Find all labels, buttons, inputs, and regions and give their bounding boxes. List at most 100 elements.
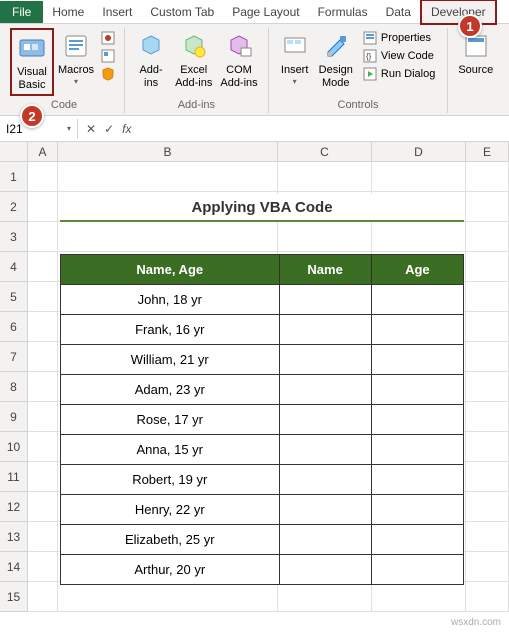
fx-button[interactable]: fx: [122, 122, 131, 136]
view-code-label: View Code: [381, 50, 434, 62]
source-label: Source: [458, 64, 493, 77]
row-header[interactable]: 15: [0, 582, 28, 612]
properties-button[interactable]: Properties: [361, 30, 437, 46]
row-header[interactable]: 12: [0, 492, 28, 522]
cell-age[interactable]: [371, 315, 463, 345]
com-addins-button[interactable]: COMAdd-ins: [216, 28, 261, 92]
cell-age[interactable]: [371, 345, 463, 375]
watermark: wsxdn.com: [451, 617, 501, 628]
col-header-B[interactable]: B: [58, 142, 278, 161]
use-relative-refs-icon[interactable]: [100, 48, 116, 64]
cell-name_age[interactable]: Anna, 15 yr: [61, 435, 280, 465]
cell-age[interactable]: [371, 525, 463, 555]
col-header-D[interactable]: D: [372, 142, 466, 161]
cell-name_age[interactable]: William, 21 yr: [61, 345, 280, 375]
macro-security-icon[interactable]: [100, 66, 116, 82]
group-label-controls: Controls: [338, 97, 379, 113]
tab-data[interactable]: Data: [377, 1, 420, 23]
table-row[interactable]: Adam, 23 yr: [61, 375, 464, 405]
col-header-A[interactable]: A: [28, 142, 58, 161]
row-header[interactable]: 7: [0, 342, 28, 372]
view-code-button[interactable]: {} View Code: [361, 48, 437, 64]
row-header[interactable]: 13: [0, 522, 28, 552]
row-header[interactable]: 5: [0, 282, 28, 312]
row-header[interactable]: 11: [0, 462, 28, 492]
cell-grid[interactable]: Applying VBA Code Name, Age Name Age Joh…: [28, 162, 509, 612]
cancel-icon[interactable]: ✕: [86, 122, 96, 136]
enter-icon[interactable]: ✓: [104, 122, 114, 136]
cell-name_age[interactable]: Henry, 22 yr: [61, 495, 280, 525]
col-header-C[interactable]: C: [278, 142, 372, 161]
select-all-corner[interactable]: [0, 142, 28, 161]
table-row[interactable]: Frank, 16 yr: [61, 315, 464, 345]
tab-file[interactable]: File: [0, 1, 43, 23]
table-row[interactable]: Henry, 22 yr: [61, 495, 464, 525]
tab-insert[interactable]: Insert: [93, 1, 141, 23]
macros-button[interactable]: Macros ▾: [54, 28, 98, 89]
callout-1: 1: [458, 14, 482, 38]
table-row[interactable]: Robert, 19 yr: [61, 465, 464, 495]
view-code-icon: {}: [363, 49, 377, 63]
name-box-value: I21: [6, 122, 23, 136]
cell-age[interactable]: [371, 405, 463, 435]
row-header[interactable]: 8: [0, 372, 28, 402]
chevron-down-icon[interactable]: ▾: [67, 124, 71, 133]
cell-name_age[interactable]: John, 18 yr: [61, 285, 280, 315]
row-header[interactable]: 14: [0, 552, 28, 582]
visual-basic-button[interactable]: VisualBasic: [10, 28, 54, 96]
design-mode-icon: [320, 30, 352, 62]
tab-page-layout[interactable]: Page Layout: [223, 1, 308, 23]
group-label-code: Code: [51, 97, 77, 113]
table-row[interactable]: Rose, 17 yr: [61, 405, 464, 435]
cell-age[interactable]: [371, 375, 463, 405]
record-macro-icon[interactable]: [100, 30, 116, 46]
excel-addins-button[interactable]: ExcelAdd-ins: [171, 28, 216, 92]
row-header[interactable]: 10: [0, 432, 28, 462]
row-header[interactable]: 1: [0, 162, 28, 192]
cell-name[interactable]: [279, 405, 371, 435]
cell-name_age[interactable]: Rose, 17 yr: [61, 405, 280, 435]
cell-age[interactable]: [371, 285, 463, 315]
cell-name[interactable]: [279, 345, 371, 375]
cell-name[interactable]: [279, 285, 371, 315]
code-group-side-buttons: [98, 28, 118, 84]
cell-name[interactable]: [279, 465, 371, 495]
table-row[interactable]: Elizabeth, 25 yr: [61, 525, 464, 555]
row-header[interactable]: 2: [0, 192, 28, 222]
table-row[interactable]: William, 21 yr: [61, 345, 464, 375]
insert-control-button[interactable]: Insert ▾: [275, 28, 315, 89]
cell-name[interactable]: [279, 525, 371, 555]
cell-name_age[interactable]: Frank, 16 yr: [61, 315, 280, 345]
cell-name_age[interactable]: Adam, 23 yr: [61, 375, 280, 405]
addins-button[interactable]: Add-ins: [131, 28, 171, 92]
table-row[interactable]: Arthur, 20 yr: [61, 555, 464, 585]
tab-formulas[interactable]: Formulas: [309, 1, 377, 23]
th-name-age: Name, Age: [61, 255, 280, 285]
row-header[interactable]: 4: [0, 252, 28, 282]
row-header[interactable]: 6: [0, 312, 28, 342]
table-row[interactable]: John, 18 yr: [61, 285, 464, 315]
cell-name[interactable]: [279, 555, 371, 585]
worksheet: A B C D E 1 2 3 4 5 6 7 8 9 10 11 12 13 …: [0, 142, 509, 612]
row-header[interactable]: 3: [0, 222, 28, 252]
table-row[interactable]: Anna, 15 yr: [61, 435, 464, 465]
col-header-E[interactable]: E: [466, 142, 509, 161]
cell-name_age[interactable]: Elizabeth, 25 yr: [61, 525, 280, 555]
cell-name[interactable]: [279, 435, 371, 465]
cell-name[interactable]: [279, 495, 371, 525]
run-dialog-button[interactable]: Run Dialog: [361, 66, 437, 82]
cell-age[interactable]: [371, 555, 463, 585]
cell-age[interactable]: [371, 465, 463, 495]
cell-age[interactable]: [371, 435, 463, 465]
cell-name[interactable]: [279, 375, 371, 405]
row-header[interactable]: 9: [0, 402, 28, 432]
cell-age[interactable]: [371, 495, 463, 525]
cell-name_age[interactable]: Arthur, 20 yr: [61, 555, 280, 585]
cell-name[interactable]: [279, 315, 371, 345]
cell-name_age[interactable]: Robert, 19 yr: [61, 465, 280, 495]
tab-home[interactable]: Home: [43, 1, 93, 23]
visual-basic-icon: [16, 32, 48, 64]
tab-custom[interactable]: Custom Tab: [141, 1, 223, 23]
macros-icon: [60, 30, 92, 62]
design-mode-button[interactable]: DesignMode: [315, 28, 357, 92]
